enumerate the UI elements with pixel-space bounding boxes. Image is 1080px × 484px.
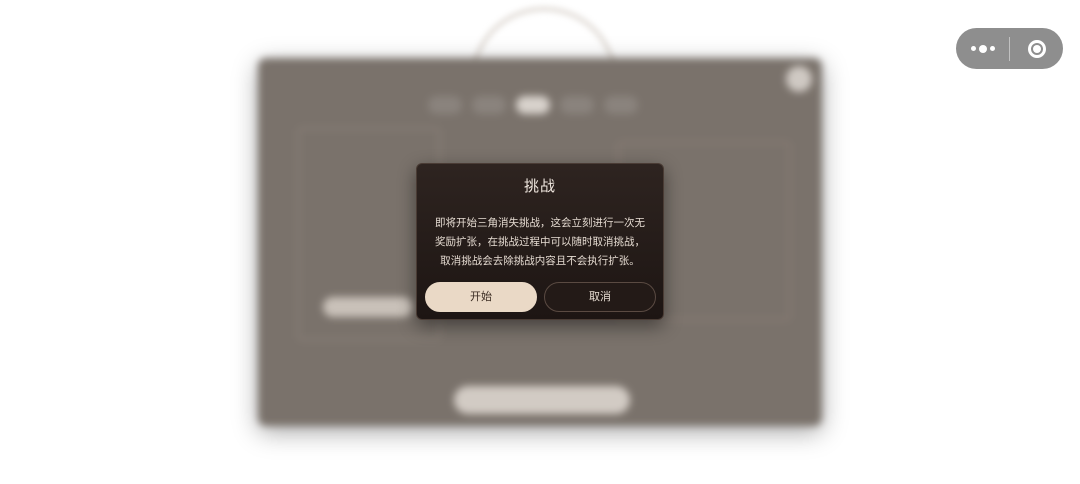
background-tab bbox=[472, 96, 506, 114]
screen: 挑战 即将开始三角消失挑战，这会立刻进行一次无 奖励扩张，在挑战过程中可以随时取… bbox=[0, 0, 1080, 484]
challenge-dialog: 挑战 即将开始三角消失挑战，这会立刻进行一次无 奖励扩张，在挑战过程中可以随时取… bbox=[416, 163, 664, 320]
background-bottom-button bbox=[454, 386, 630, 414]
start-button[interactable]: 开始 bbox=[425, 282, 537, 312]
background-bottom-bar bbox=[278, 384, 802, 418]
more-dots-icon bbox=[970, 44, 995, 53]
dialog-title: 挑战 bbox=[523, 177, 556, 195]
cancel-button[interactable]: 取消 bbox=[544, 282, 656, 312]
capsule-menu bbox=[956, 28, 1063, 69]
background-card-button bbox=[323, 297, 413, 317]
background-tab bbox=[428, 96, 462, 114]
target-circle-icon bbox=[1027, 39, 1046, 58]
background-tab bbox=[560, 96, 594, 114]
dialog-message: 即将开始三角消失挑战，这会立刻进行一次无 奖励扩张，在挑战过程中可以随时取消挑战… bbox=[435, 217, 645, 267]
background-tab-active bbox=[516, 96, 550, 114]
background-tab bbox=[604, 96, 638, 114]
background-close-icon bbox=[786, 66, 812, 92]
close-miniprogram-button[interactable] bbox=[1010, 28, 1063, 69]
more-button[interactable] bbox=[956, 28, 1009, 69]
background-tabs bbox=[428, 96, 638, 114]
